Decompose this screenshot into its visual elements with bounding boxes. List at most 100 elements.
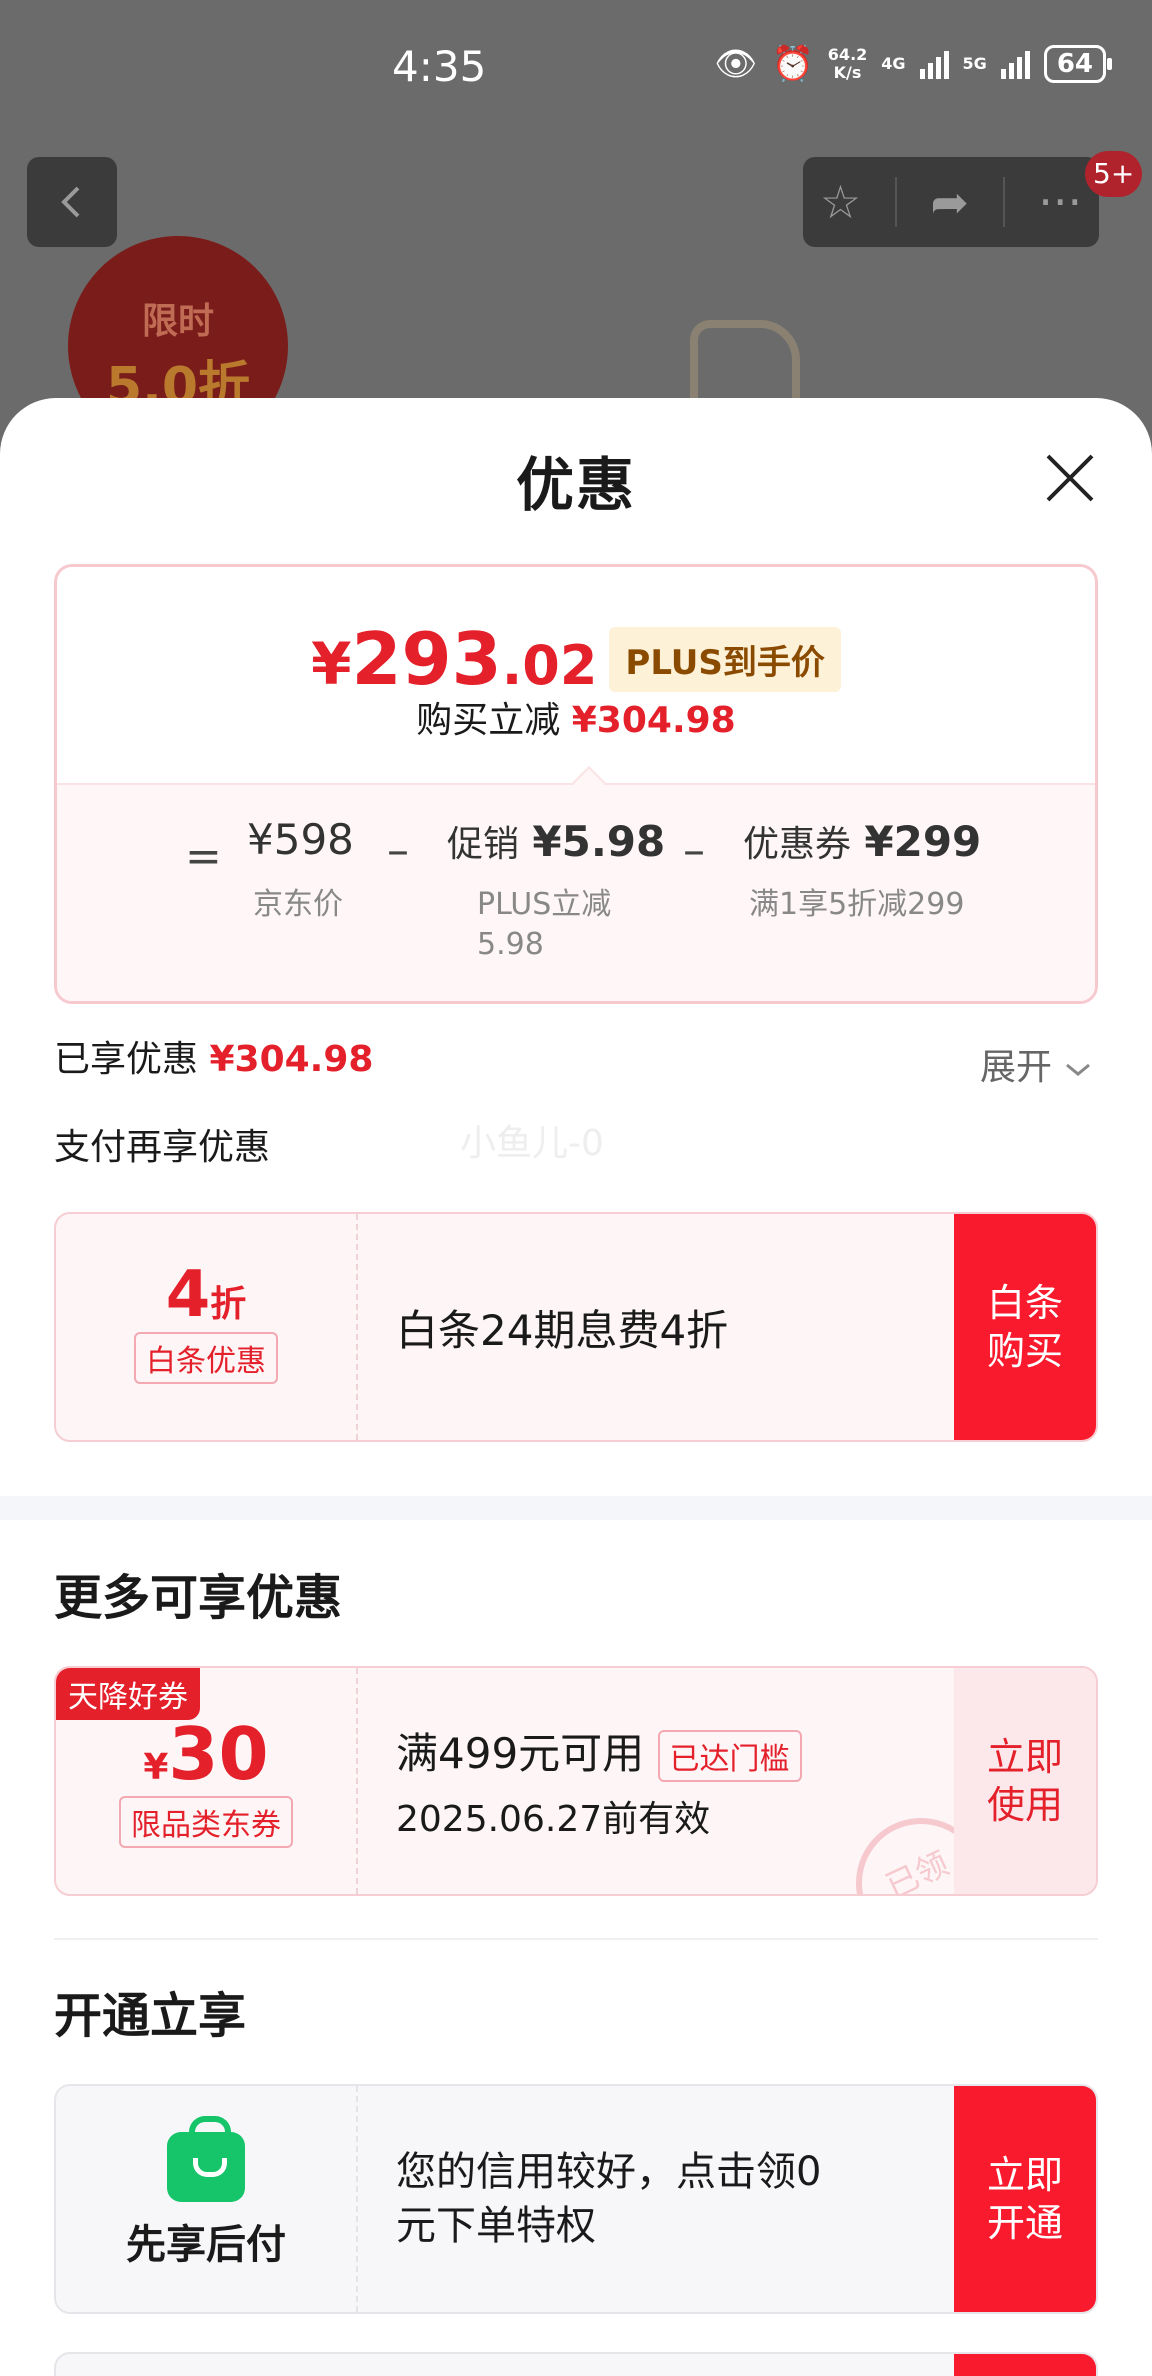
enjoyed-value: ¥304.98 (209, 1039, 374, 1080)
coupon-amount-number: 30 (168, 1712, 269, 1796)
divider-line (54, 1938, 1098, 1940)
paylater-name: 先享后付 (126, 2222, 286, 2268)
speed-value: 64.2 (827, 45, 868, 64)
coupon-card: 天降好券 ¥30 限品类东券 满499元可用 已达门槛 2025.06.27前有… (54, 1666, 1098, 1896)
minus-sign-2: – (683, 825, 705, 876)
coupon-currency: ¥ (143, 1747, 169, 1788)
promo-label: 促销 (447, 824, 520, 865)
baitiao-left: 4折 白条优惠 (56, 1214, 358, 1440)
coupon-type: 限品类东券 (119, 1796, 293, 1848)
final-price: ¥293.02 (311, 617, 597, 701)
chevron-left-icon (61, 186, 80, 218)
network-speed: 64.2 K/s (828, 46, 867, 82)
speed-unit: K/s (833, 63, 862, 82)
coupon-info: 满499元可用 已达门槛 2025.06.27前有效 (396, 1668, 802, 1894)
promo-note: PLUS立减 5.98 (477, 885, 611, 965)
baitiao-buy-button[interactable]: 白条 购买 (954, 1214, 1096, 1440)
alarm-icon: ⏰ (771, 44, 814, 84)
minus-sign: – (387, 825, 409, 876)
battery-icon: 64 (1043, 45, 1113, 83)
activate-line-1: 立即 (986, 2153, 1063, 2197)
baitiao-discount-number: 4 (165, 1258, 211, 1332)
chevron-down-icon (1066, 1063, 1091, 1076)
coupon-label: 优惠券 (743, 824, 852, 865)
coupon-note: 满1享5折减299 (749, 887, 965, 922)
status-bar: 4:35 👁 ⏰ 64.2 K/s 4G 5G 64 (0, 0, 1152, 140)
price-card: ¥293.02 PLUS到手价 购买立减 ¥304.98 = ¥598 京东价 –… (54, 564, 1098, 1004)
next-offer-button[interactable] (954, 2354, 1096, 2376)
nav-divider (894, 177, 897, 227)
baitiao-discount-suffix: 折 (210, 1284, 247, 1325)
status-time: 4:35 (392, 42, 487, 91)
baitiao-buy-line-1: 白条 (986, 1281, 1063, 1325)
product-image (690, 320, 800, 410)
baitiao-buy-line-2: 购买 (986, 1329, 1063, 1373)
price-integer: 293 (351, 617, 502, 701)
promo-note-line-1: PLUS立减 (477, 887, 612, 922)
pay-more-title: 支付再享优惠 (54, 1127, 271, 1168)
promo-note-line-2: 5.98 (477, 927, 544, 962)
baitiao-discount: 4折 (56, 1258, 356, 1332)
coupon-amount: ¥30 (56, 1712, 356, 1796)
paylater-desc-line-2: 元下单特权 (396, 2203, 596, 2249)
open-enjoy-title: 开通立享 (54, 1988, 247, 2044)
coupon-left: 天降好券 ¥30 限品类东券 (56, 1668, 358, 1894)
sky-coupon-tag: 天降好券 (56, 1668, 200, 1720)
paylater-left: 先享后付 (56, 2086, 358, 2312)
price-decimal: .02 (501, 634, 598, 697)
close-icon[interactable] (1040, 448, 1100, 508)
signal-icon-2 (1000, 49, 1030, 79)
coupon-expiry: 2025.06.27前有效 (396, 1799, 711, 1841)
instant-discount-row: 购买立减 ¥304.98 (57, 691, 1095, 743)
sheet-title: 优惠 (515, 451, 636, 519)
paylater-desc: 您的信用较好，点击领0 元下单特权 (396, 2086, 821, 2312)
plus-price-tag: PLUS到手价 (609, 626, 841, 692)
threshold-reached-tag: 已达门槛 (657, 1730, 802, 1783)
jd-price-label: 京东价 (253, 887, 343, 922)
share-icon[interactable]: ➦ (930, 175, 969, 229)
baitiao-tag: 白条优惠 (134, 1332, 278, 1384)
net-4g-label: 4G (881, 54, 906, 73)
currency-symbol: ¥ (311, 630, 352, 698)
expand-button[interactable]: 展开 (980, 1038, 1093, 1090)
coupon-condition-row: 满499元可用 已达门槛 (396, 1720, 802, 1783)
paylater-desc-line-1: 您的信用较好，点击领0 (396, 2149, 822, 2195)
activate-line-2: 开通 (986, 2201, 1063, 2245)
section-divider (0, 1496, 1152, 1520)
more-icon[interactable]: ··· (1038, 175, 1082, 229)
activate-button[interactable]: 立即 开通 (954, 2086, 1096, 2312)
coupon-condition: 满499元可用 (396, 1728, 645, 1778)
watermark: 小鱼儿-0 (460, 1123, 604, 1164)
enjoyed-label: 已享优惠 (54, 1039, 199, 1080)
message-badge: 5+ (1085, 151, 1143, 197)
signal-icon (919, 49, 949, 79)
use-coupon-line-1: 立即 (986, 1735, 1063, 1779)
star-icon[interactable]: ☆ (820, 175, 861, 229)
paylater-offer: 先享后付 您的信用较好，点击领0 元下单特权 立即 开通 (54, 2084, 1098, 2314)
price-breakdown: = ¥598 京东价 – 促销 ¥5.98 PLUS立减 5.98 – 优惠券 ¥… (57, 766, 1095, 1001)
next-offer-peek (54, 2352, 1098, 2376)
promo-value: ¥5.98 (532, 817, 666, 866)
promo-line-1: 限时 (141, 301, 214, 342)
nav-actions: ☆ ➦ ··· (803, 157, 1099, 247)
net-5g-label: 5G (962, 54, 987, 73)
shopping-bag-icon (167, 2116, 245, 2202)
jd-price: ¥598 (247, 815, 354, 864)
instant-discount-value: ¥304.98 (571, 700, 736, 741)
discount-sheet: 优惠 ¥293.02 PLUS到手价 购买立减 ¥304.98 = ¥598 京东… (0, 398, 1152, 2376)
breakdown-notch (572, 766, 606, 800)
instant-discount-label: 购买立减 (416, 700, 561, 741)
nav-divider (1002, 177, 1005, 227)
expand-label: 展开 (980, 1047, 1053, 1088)
enjoyed-discount: 已享优惠 ¥304.98 (54, 1030, 373, 1082)
promo-value-row: 促销 ¥5.98 (447, 815, 665, 867)
use-coupon-line-2: 使用 (986, 1783, 1063, 1827)
back-button[interactable] (27, 157, 117, 247)
more-offers-title: 更多可享优惠 (54, 1570, 343, 1626)
equals-sign: = (185, 831, 222, 882)
eye-icon: 👁 (714, 44, 758, 84)
coupon-value-row: 优惠券 ¥299 (743, 815, 981, 867)
baitiao-desc: 白条24期息费4折 (396, 1305, 729, 1355)
use-coupon-button[interactable]: 立即 使用 (954, 1668, 1096, 1894)
final-price-row: ¥293.02 PLUS到手价 (57, 617, 1095, 701)
